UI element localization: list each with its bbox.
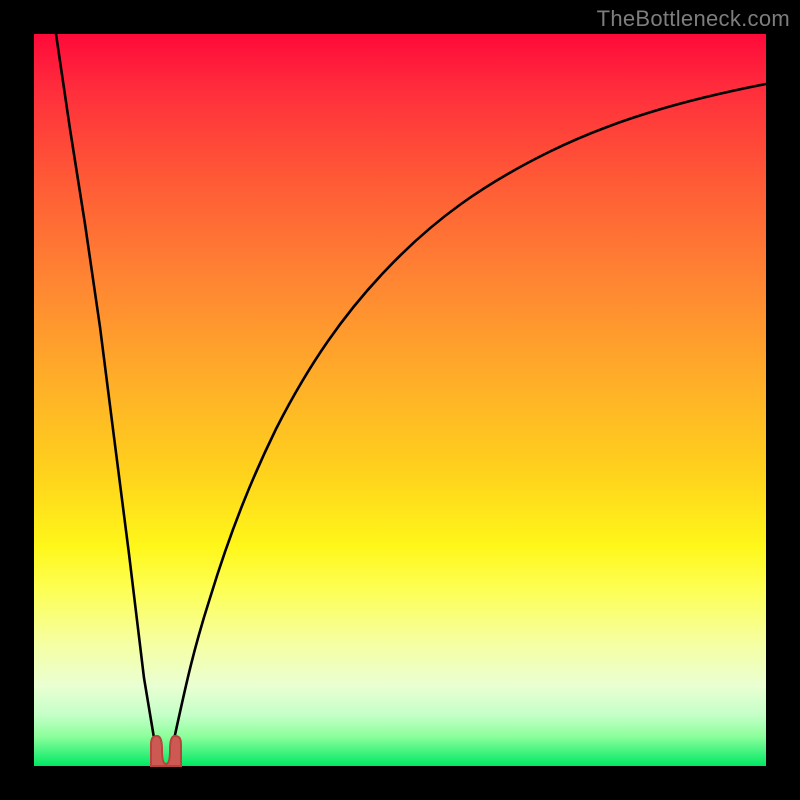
chart-frame: TheBottleneck.com (0, 0, 800, 800)
watermark-text: TheBottleneck.com (597, 6, 790, 32)
curve-right-branch (173, 84, 766, 744)
bottleneck-curve (34, 34, 766, 766)
minimum-marker (151, 736, 181, 766)
plot-area (34, 34, 766, 766)
curve-left-branch (56, 34, 155, 744)
